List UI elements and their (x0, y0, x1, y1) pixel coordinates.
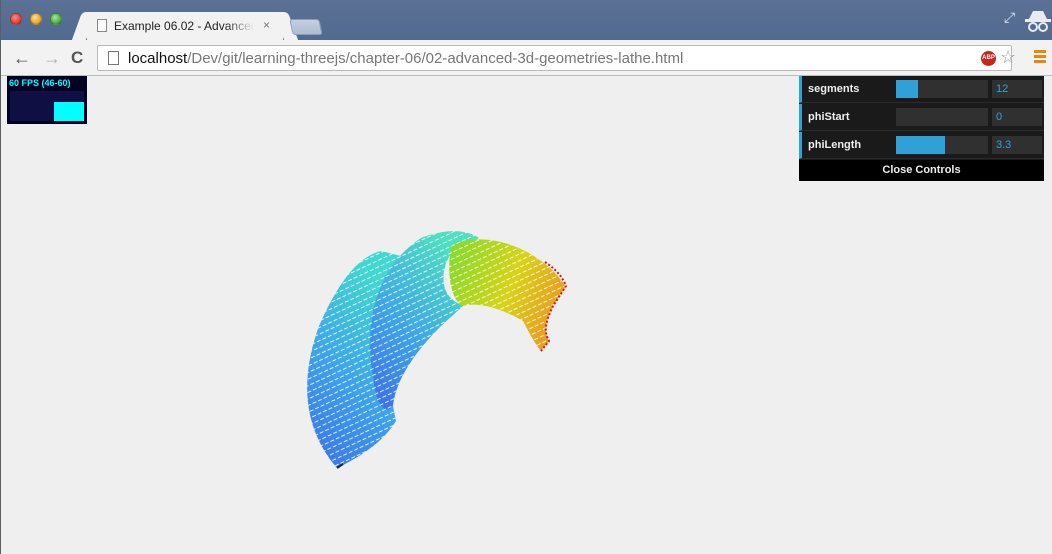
tab-strip: Example 06.02 - Advanced 3D geometries -… (1, 0, 1052, 40)
reload-button[interactable]: C (71, 48, 83, 68)
menu-icon[interactable] (1034, 50, 1046, 64)
address-bar[interactable]: localhost/Dev/git/learning-threejs/chapt… (97, 45, 1016, 71)
philength-slider[interactable] (896, 136, 988, 154)
fps-label: 60 FPS (46-60) (9, 78, 71, 88)
fps-stats[interactable]: 60 FPS (46-60) (7, 76, 87, 124)
slider-fill (896, 136, 945, 154)
phistart-value-input[interactable]: 0 (992, 108, 1042, 126)
page-icon (108, 51, 119, 65)
incognito-icon (1025, 11, 1051, 32)
fps-graph (10, 91, 84, 121)
slider-fill (896, 80, 919, 98)
page-icon (97, 19, 107, 32)
new-tab-button[interactable] (289, 19, 323, 35)
dat-gui-panel: segments 12 phiStart 0 phiLength 3.3 Clo… (799, 76, 1044, 181)
window-minimize-button[interactable] (30, 13, 42, 25)
segments-value-input[interactable]: 12 (992, 80, 1042, 98)
url-path: /Dev/git/learning-threejs/chapter-06/02-… (187, 50, 684, 67)
segments-slider[interactable] (896, 80, 988, 98)
phistart-slider[interactable] (896, 108, 988, 126)
control-label: phiLength (808, 139, 862, 151)
tab-close-icon[interactable]: × (263, 18, 270, 32)
control-label: phiStart (808, 111, 850, 123)
control-segments[interactable]: segments 12 (799, 76, 1044, 103)
tab-title: Example 06.02 - Advanced 3D geometries -… (114, 19, 254, 33)
window-close-button[interactable] (10, 13, 22, 25)
back-button[interactable]: ← (13, 48, 31, 68)
tab-active[interactable]: Example 06.02 - Advanced 3D geometries -… (87, 12, 283, 40)
close-controls-button[interactable]: Close Controls (799, 160, 1044, 181)
control-label: segments (808, 83, 860, 95)
bookmark-star-icon[interactable]: ☆ (1000, 47, 1016, 68)
fullscreen-icon[interactable]: ⤢ (1004, 9, 1015, 26)
philength-value-input[interactable]: 3.3 (992, 136, 1042, 154)
control-philength[interactable]: phiLength 3.3 (799, 132, 1044, 159)
adblock-icon[interactable]: ABP (981, 51, 996, 66)
page-viewport: 60 FPS (46-60) segments 12 phiStart 0 ph… (1, 76, 1052, 554)
url-host: localhost (128, 50, 188, 67)
browser-window: Example 06.02 - Advanced 3D geometries -… (0, 0, 1052, 554)
window-maximize-button[interactable] (50, 13, 62, 25)
lathe-mesh (307, 231, 568, 469)
control-phistart[interactable]: phiStart 0 (799, 104, 1044, 131)
forward-button[interactable]: → (43, 48, 61, 68)
url-text: localhost/Dev/git/learning-threejs/chapt… (128, 50, 683, 67)
fps-bar (54, 102, 84, 121)
browser-toolbar: ← → C localhost/Dev/git/learning-threejs… (1, 40, 1052, 76)
